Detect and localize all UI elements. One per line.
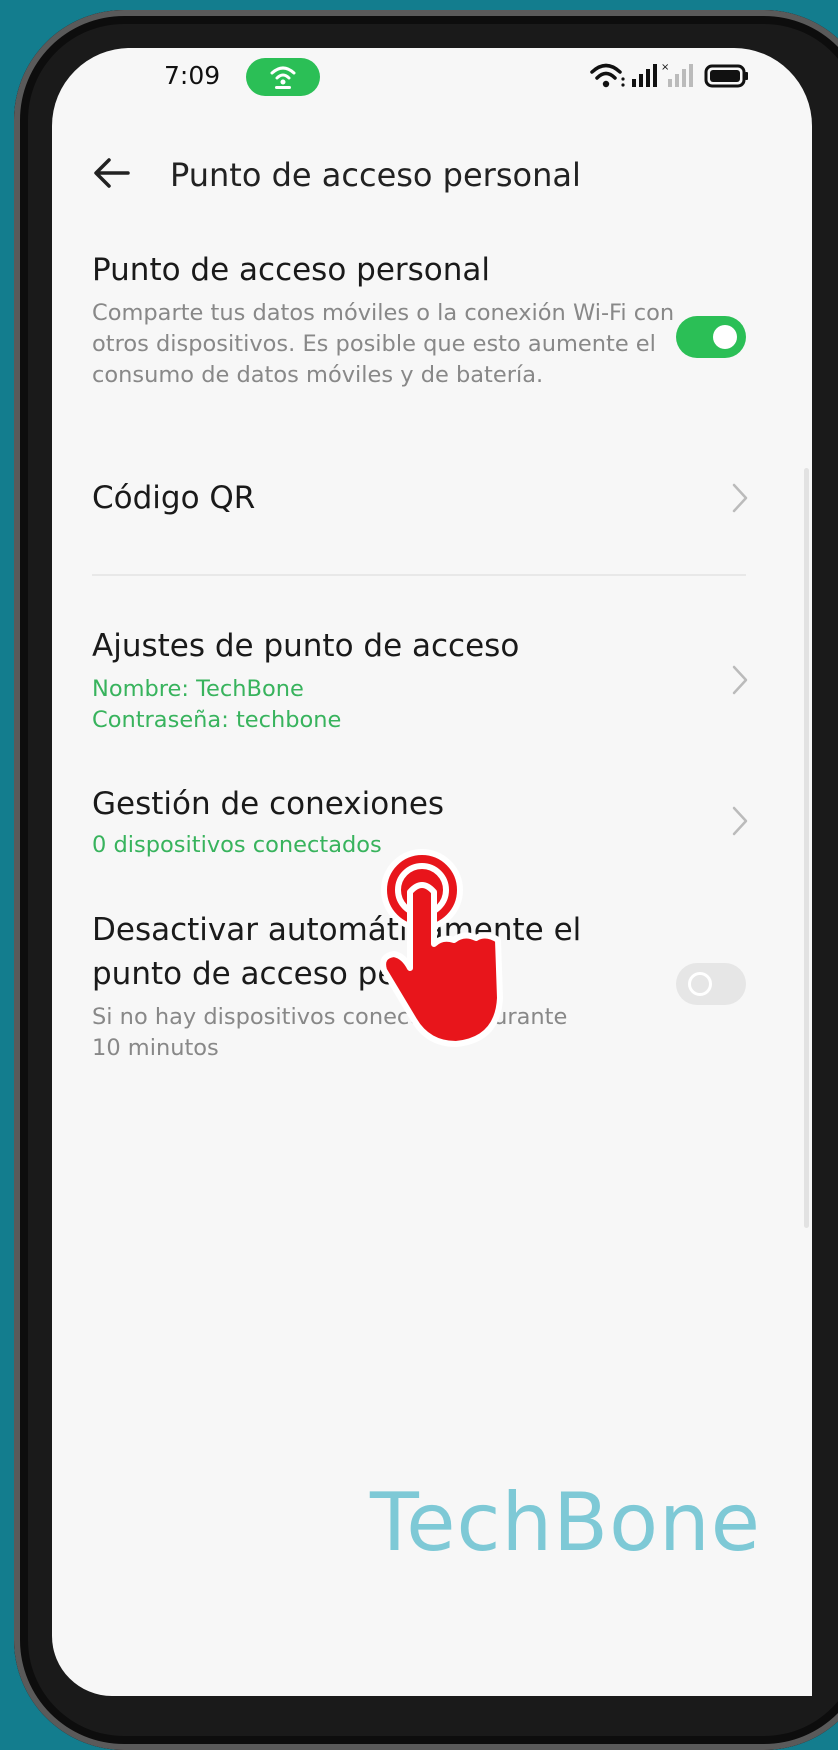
auto-disable-item[interactable]: Desactivar automáticamente el punto de a… (92, 908, 592, 1064)
auto-disable-description: Si no hay dispositivos conectados durant… (92, 1004, 568, 1061)
hotspot-password: Contraseña: techbone (92, 707, 342, 733)
tap-gesture-icon (380, 849, 503, 1047)
phone-screen: 7:09 × Punto de acceso personal Punto de… (52, 48, 812, 1696)
qr-code-item[interactable]: Código QR (92, 476, 752, 520)
battery-icon (704, 64, 748, 88)
svg-text:×: × (661, 62, 669, 73)
hotspot-settings-item[interactable]: Ajustes de punto de acceso Nombre: TechB… (92, 624, 752, 736)
signal-strength-icon (632, 64, 657, 87)
back-arrow-icon[interactable] (92, 155, 132, 191)
page-title: Punto de acceso personal (170, 156, 581, 194)
hotspot-toggle[interactable] (676, 316, 746, 358)
watermark-logo: TechBone (370, 1476, 761, 1569)
chevron-right-icon (732, 665, 748, 695)
status-bar: 7:09 × (52, 48, 812, 118)
hotspot-settings-title: Ajustes de punto de acceso (92, 628, 520, 664)
scrollbar (804, 468, 809, 1228)
chevron-right-icon (732, 806, 748, 836)
hotspot-setting-description: Comparte tus datos móviles o la conexión… (92, 300, 675, 388)
status-time: 7:09 (164, 61, 221, 90)
qr-code-title: Código QR (92, 480, 256, 516)
hotspot-icon (270, 66, 296, 89)
connection-management-title: Gestión de conexiones (92, 786, 445, 822)
chevron-right-icon (732, 483, 748, 513)
divider (92, 574, 746, 576)
wifi-icon (590, 63, 625, 88)
hotspot-setting-item[interactable]: Punto de acceso personal Comparte tus da… (92, 248, 692, 391)
hotspot-setting-title: Punto de acceso personal (92, 252, 491, 288)
signal-no-service-icon: × (661, 62, 693, 87)
auto-disable-toggle[interactable] (676, 963, 746, 1005)
hotspot-name: Nombre: TechBone (92, 676, 304, 702)
status-icons: × (590, 60, 752, 98)
hotspot-active-indicator[interactable] (246, 58, 320, 96)
auto-disable-title: Desactivar automáticamente el punto de a… (92, 912, 582, 992)
